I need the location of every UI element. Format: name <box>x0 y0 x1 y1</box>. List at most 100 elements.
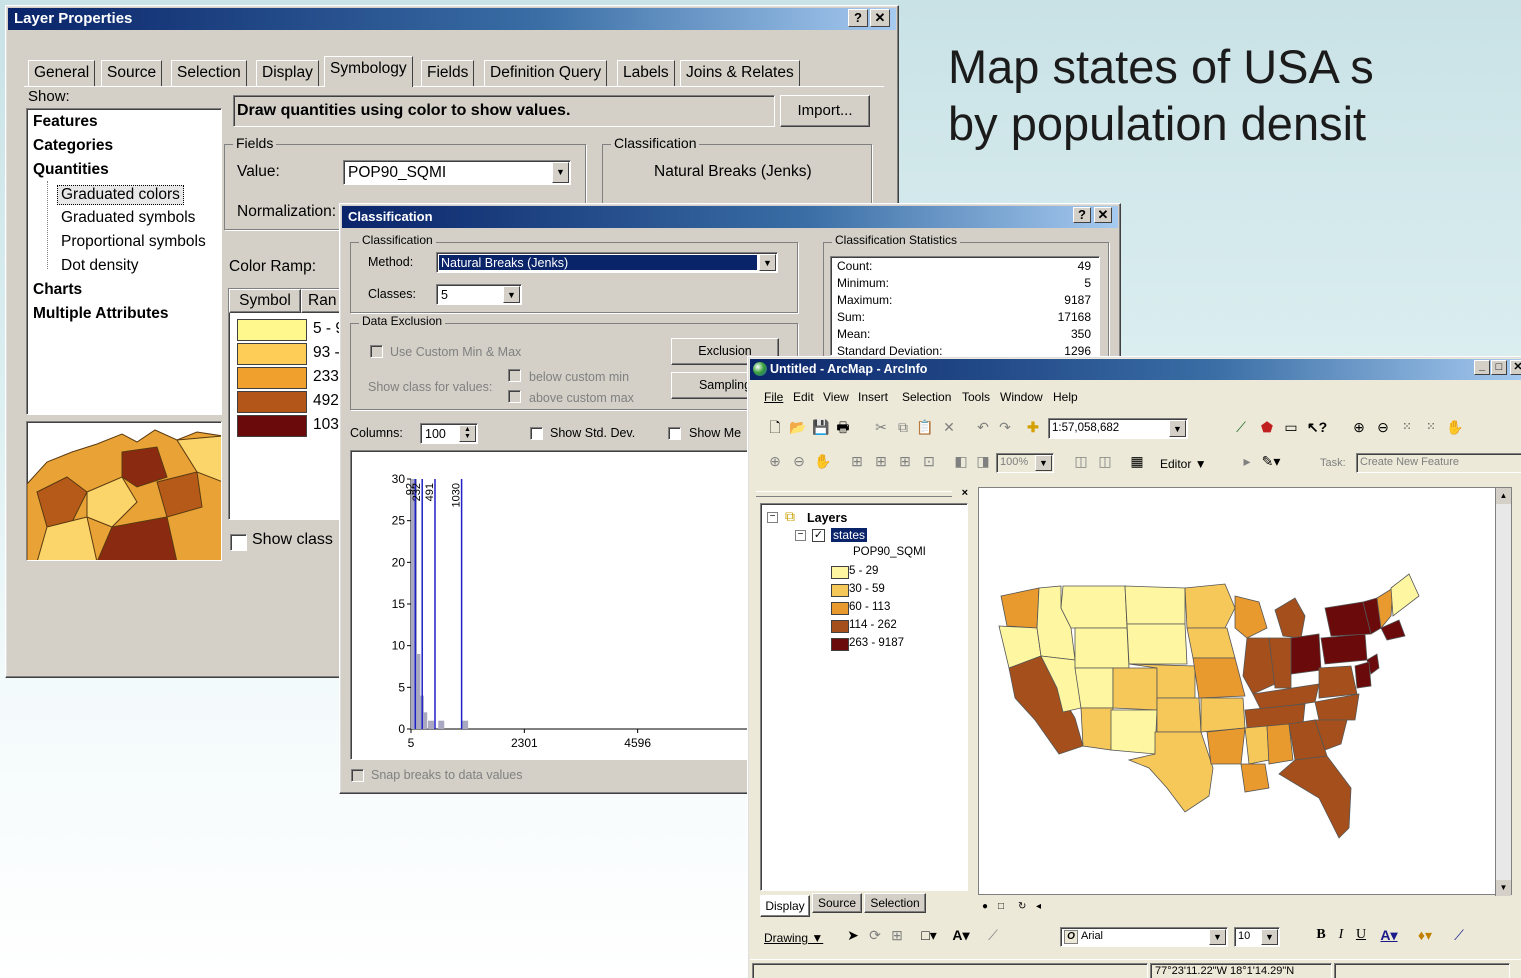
map-display[interactable]: ▲ ▼ <box>978 487 1512 896</box>
refresh-icon[interactable]: ↻ <box>1018 901 1026 912</box>
tab-symbology[interactable]: Symbology <box>324 56 413 87</box>
tree-dot-density[interactable]: Dot density <box>61 257 139 275</box>
show-class-checkbox[interactable] <box>230 534 247 551</box>
select-elements-icon[interactable]: ➤ <box>842 925 864 947</box>
toggle-draft-icon[interactable]: ◫ <box>1070 451 1092 473</box>
import-button[interactable]: Import... <box>780 95 870 127</box>
snap-breaks-checkbox[interactable] <box>351 769 364 782</box>
tab-selection[interactable]: Selection <box>171 60 247 86</box>
font-size-combobox[interactable]: 10 ▼ <box>1234 927 1280 947</box>
font-combobox[interactable]: O Arial ▼ <box>1060 927 1228 947</box>
add-data-icon[interactable]: ✚ <box>1022 417 1044 439</box>
zoom-combobox[interactable]: 100% ▼ <box>996 453 1054 473</box>
minimize-button[interactable]: _ <box>1474 360 1490 375</box>
menu-tools[interactable]: Tools <box>962 390 990 404</box>
tab-source[interactable]: Source <box>101 60 163 86</box>
next-extent-icon[interactable]: ◨ <box>972 451 994 473</box>
callout-icon[interactable]: ⟋ <box>982 925 1004 947</box>
whats-this-icon[interactable]: ↖? <box>1306 417 1328 439</box>
tab-labels[interactable]: Labels <box>617 60 675 86</box>
close-button[interactable]: ✕ <box>870 9 890 27</box>
drawing-menu[interactable]: Drawing ▼ <box>764 931 823 945</box>
layout-pan-icon[interactable]: ✋ <box>812 451 834 473</box>
collapse-layers-icon[interactable]: − <box>767 512 778 523</box>
classes-dropdown[interactable]: 5 ▼ <box>436 284 522 305</box>
menu-file[interactable]: File <box>764 390 783 404</box>
editor-toolbar-icon[interactable]: ⟋ <box>1230 417 1252 439</box>
collapse-states-icon[interactable]: − <box>795 530 806 541</box>
symbol-row[interactable] <box>237 415 307 437</box>
editor-menu[interactable]: Editor ▼ <box>1160 457 1207 471</box>
symbol-row[interactable] <box>237 319 307 341</box>
new-document-icon[interactable]: 🗋 <box>764 417 786 439</box>
full-page-icon[interactable]: ⊞ <box>846 451 868 473</box>
method-dropdown[interactable]: Natural Breaks (Jenks) ▼ <box>436 252 778 273</box>
menu-help[interactable]: Help <box>1053 390 1078 404</box>
scale-combobox[interactable]: 1:57,058,682 ▼ <box>1048 418 1188 439</box>
focus-frame-icon[interactable]: ◫ <box>1094 451 1116 473</box>
symbol-column-header[interactable]: Symbol <box>229 289 301 313</box>
command-line-icon[interactable]: ▭ <box>1280 417 1302 439</box>
close-button[interactable]: ✕ <box>1094 207 1112 223</box>
toc-close-icon[interactable]: × <box>962 487 968 499</box>
zoom-out-icon[interactable]: ⊖ <box>1372 417 1394 439</box>
fixed-zoom-in-icon[interactable]: ⁙ <box>1396 417 1418 439</box>
undo-icon[interactable]: ↶ <box>972 417 994 439</box>
toc-tab-source[interactable]: Source <box>812 893 862 913</box>
layout-zoom-out-icon[interactable]: ⊖ <box>788 451 810 473</box>
fill-color-icon[interactable]: ♦▾ <box>1414 925 1436 947</box>
cut-icon[interactable]: ✂ <box>870 417 892 439</box>
below-min-checkbox[interactable] <box>508 369 521 382</box>
states-layer-label[interactable]: states <box>831 528 868 542</box>
redo-icon[interactable]: ↷ <box>994 417 1016 439</box>
close-button[interactable]: ✕ <box>1510 360 1521 375</box>
vertical-scrollbar[interactable]: ▲ ▼ <box>1495 488 1511 896</box>
menu-selection[interactable]: Selection <box>902 390 951 404</box>
menu-window[interactable]: Window <box>1000 390 1043 404</box>
line-color-icon[interactable]: ⟋ <box>1448 925 1470 947</box>
menu-insert[interactable]: Insert <box>858 390 888 404</box>
text-icon[interactable]: A▾ <box>950 925 972 947</box>
save-icon[interactable]: 💾 <box>810 417 832 439</box>
value-dropdown[interactable]: POP90_SQMI ▼ <box>343 160 571 185</box>
zoom-whole-page-icon[interactable]: ⊞ <box>870 451 892 473</box>
tab-definition-query[interactable]: Definition Query <box>484 60 608 86</box>
zoom-100-icon[interactable]: ⊞ <box>894 451 916 473</box>
tree-quantities[interactable]: Quantities <box>33 161 109 179</box>
fixed-zoom-out-icon[interactable]: ⁙ <box>1420 417 1442 439</box>
font-color-icon[interactable]: A▾ <box>1378 925 1400 947</box>
columns-spinner[interactable]: 100 ▲ ▼ <box>420 423 478 444</box>
copy-icon[interactable]: ⧉ <box>892 417 914 439</box>
maximize-button[interactable]: □ <box>1491 360 1507 375</box>
bold-icon[interactable]: B <box>1310 925 1332 947</box>
pan-icon[interactable]: ✋ <box>1444 417 1466 439</box>
tree-proportional-symbols[interactable]: Proportional symbols <box>61 233 206 251</box>
italic-icon[interactable]: I <box>1330 925 1352 947</box>
underline-icon[interactable]: U <box>1350 925 1372 947</box>
paste-icon[interactable]: 📋 <box>914 417 936 439</box>
previous-extent-icon[interactable]: ◧ <box>950 451 972 473</box>
rectangle-icon[interactable]: □▾ <box>918 925 940 947</box>
fit-page-icon[interactable]: ⊡ <box>918 451 940 473</box>
rotate-icon[interactable]: ⟳ <box>864 925 886 947</box>
tree-graduated-symbols[interactable]: Graduated symbols <box>61 209 195 227</box>
help-button[interactable]: ? <box>1073 207 1091 223</box>
symbol-row[interactable] <box>237 391 307 413</box>
scroll-up-icon[interactable]: ▲ <box>1496 488 1511 504</box>
edit-tool-icon[interactable]: ▸ <box>1236 451 1258 473</box>
print-icon[interactable]: 🖶 <box>832 417 854 439</box>
above-max-checkbox[interactable] <box>508 390 521 403</box>
toc-tab-selection[interactable]: Selection <box>864 893 926 913</box>
tree-charts[interactable]: Charts <box>33 281 82 299</box>
scroll-down-icon[interactable]: ▼ <box>1496 880 1511 896</box>
zoom-in-icon[interactable]: ⊕ <box>1348 417 1370 439</box>
tab-joins-relates[interactable]: Joins & Relates <box>680 60 800 86</box>
scroll-left-icon[interactable]: ◂ <box>1036 901 1041 912</box>
tab-general[interactable]: General <box>28 60 96 86</box>
arctoolbox-icon[interactable]: ⬟ <box>1256 417 1278 439</box>
custom-minmax-checkbox[interactable] <box>370 345 383 358</box>
show-mean-checkbox[interactable] <box>668 427 681 440</box>
symbol-row[interactable] <box>237 343 307 365</box>
tree-features[interactable]: Features <box>33 113 98 131</box>
open-folder-icon[interactable]: 📂 <box>787 417 809 439</box>
